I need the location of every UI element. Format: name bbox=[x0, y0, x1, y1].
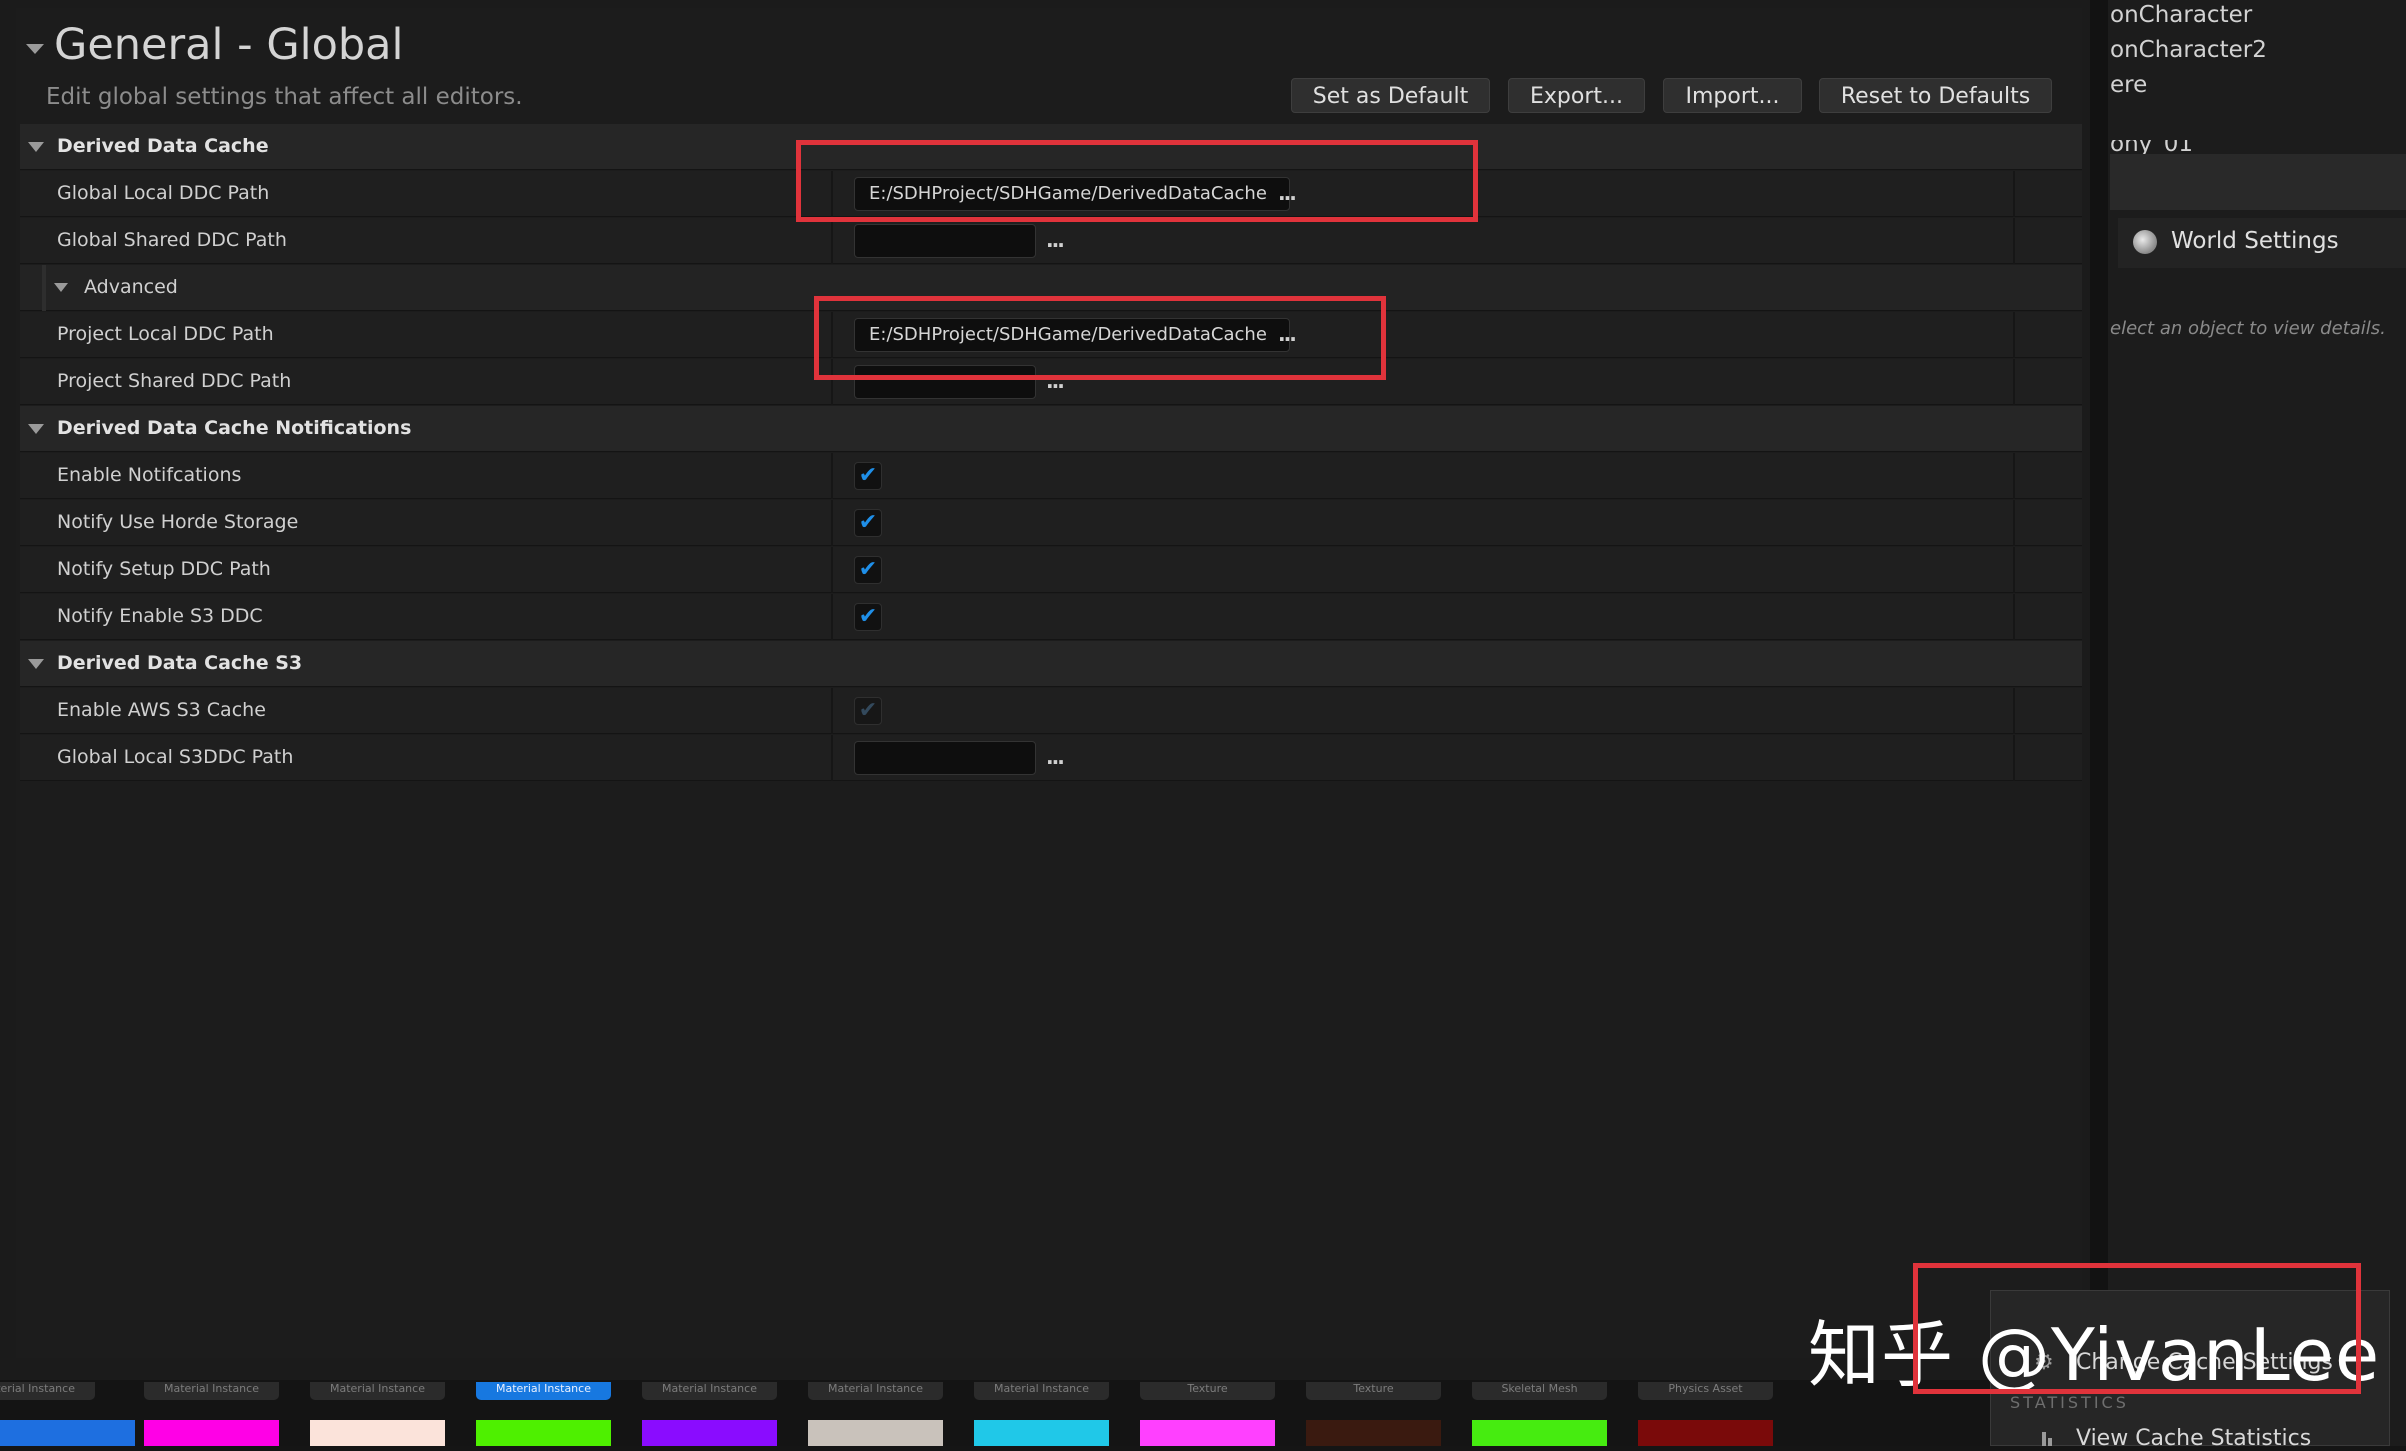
world-settings-label: World Settings bbox=[2171, 228, 2339, 254]
property-label: Global Shared DDC Path bbox=[57, 229, 287, 251]
notify-horde-checkbox[interactable]: ✔ bbox=[854, 509, 882, 537]
asset-type-tag: Material Instance bbox=[310, 1382, 445, 1400]
property-label: Notify Enable S3 DDC bbox=[57, 605, 263, 627]
asset-thumbnail[interactable] bbox=[642, 1420, 777, 1446]
property-label: Notify Use Horde Storage bbox=[57, 511, 299, 533]
column-splitter[interactable] bbox=[831, 218, 833, 264]
view-cache-statistics-item[interactable]: View Cache Statistics bbox=[2076, 1426, 2311, 1451]
collapse-arrow-icon[interactable] bbox=[28, 659, 44, 669]
global-local-s3ddc-path-field[interactable] bbox=[854, 741, 1036, 775]
reset-to-defaults-button[interactable]: Reset to Defaults bbox=[1819, 78, 2052, 113]
global-shared-ddc-path-field[interactable] bbox=[854, 224, 1036, 258]
notify-setup-checkbox[interactable]: ✔ bbox=[854, 556, 882, 584]
column-splitter bbox=[2013, 171, 2015, 217]
page-subtitle: Edit global settings that affect all edi… bbox=[46, 84, 523, 110]
highlight-box bbox=[814, 296, 1386, 380]
column-splitter[interactable] bbox=[831, 500, 833, 546]
category-title: Derived Data Cache bbox=[57, 135, 269, 157]
asset-thumbnail[interactable] bbox=[1638, 1420, 1773, 1446]
outliner-item[interactable]: onCharacter2 bbox=[2110, 37, 2267, 63]
asset-thumbnail[interactable] bbox=[974, 1420, 1109, 1446]
export-button[interactable]: Export... bbox=[1508, 78, 1645, 113]
category-title: Derived Data Cache Notifications bbox=[57, 417, 412, 439]
collapse-arrow-icon[interactable] bbox=[28, 424, 44, 434]
row-notify-setup-ddc-path: Notify Setup DDC Path ✔ bbox=[20, 547, 2082, 593]
page-title: General - Global bbox=[54, 20, 404, 70]
enable-notifications-checkbox[interactable]: ✔ bbox=[854, 462, 882, 490]
asset-thumbnail[interactable] bbox=[1472, 1420, 1607, 1446]
asset-type-tag: Material Instance bbox=[0, 1382, 95, 1400]
collapse-arrow-icon[interactable] bbox=[26, 44, 44, 54]
row-notify-enable-s3: Notify Enable S3 DDC ✔ bbox=[20, 594, 2082, 640]
column-splitter bbox=[2013, 594, 2015, 640]
column-splitter bbox=[2013, 500, 2015, 546]
category-title: Derived Data Cache S3 bbox=[57, 652, 303, 674]
column-splitter[interactable] bbox=[831, 688, 833, 734]
property-label: Project Local DDC Path bbox=[57, 323, 274, 345]
row-global-local-s3ddc-path: Global Local S3DDC Path ... bbox=[20, 735, 2082, 781]
highlight-box bbox=[796, 140, 1478, 222]
outliner-item[interactable]: ony_01 bbox=[2110, 140, 2193, 154]
category-ddc-notifications[interactable]: Derived Data Cache Notifications bbox=[20, 406, 2082, 452]
asset-thumbnail[interactable] bbox=[808, 1420, 943, 1446]
row-enable-notifications: Enable Notifcations ✔ bbox=[20, 453, 2082, 499]
browse-button[interactable]: ... bbox=[1046, 228, 1065, 252]
asset-thumbnail[interactable] bbox=[1306, 1420, 1441, 1446]
asset-thumbnail[interactable] bbox=[476, 1420, 611, 1446]
details-hint: elect an object to view details. bbox=[2110, 318, 2386, 339]
right-panel bbox=[2108, 0, 2406, 1446]
asset-type-tag: Material Instance bbox=[808, 1382, 943, 1400]
browse-button[interactable]: ... bbox=[1046, 745, 1065, 769]
column-splitter[interactable] bbox=[831, 594, 833, 640]
column-splitter bbox=[2013, 453, 2015, 499]
enable-aws-s3-checkbox[interactable]: ✔ bbox=[854, 697, 882, 725]
asset-thumbnail[interactable] bbox=[0, 1420, 135, 1446]
column-splitter bbox=[2013, 218, 2015, 264]
asset-type-tag: Texture bbox=[1306, 1382, 1441, 1400]
highlight-box bbox=[1913, 1263, 2361, 1394]
details-toolbar bbox=[2110, 154, 2406, 210]
asset-type-tag: Physics Asset bbox=[1638, 1382, 1773, 1400]
outliner-item[interactable]: onCharacter bbox=[2110, 2, 2252, 28]
asset-type-tag: Material Instance bbox=[144, 1382, 279, 1400]
globe-icon bbox=[2133, 230, 2157, 254]
property-label: Enable AWS S3 Cache bbox=[57, 699, 266, 721]
asset-type-tag: Material Instance bbox=[642, 1382, 777, 1400]
column-splitter[interactable] bbox=[831, 547, 833, 593]
asset-thumbnail[interactable] bbox=[144, 1420, 279, 1446]
asset-type-tag: Material Instance bbox=[974, 1382, 1109, 1400]
row-enable-aws-s3: Enable AWS S3 Cache ✔ bbox=[20, 688, 2082, 734]
asset-type-tag: Skeletal Mesh bbox=[1472, 1382, 1607, 1400]
property-label: Notify Setup DDC Path bbox=[57, 558, 271, 580]
column-splitter bbox=[2013, 359, 2015, 405]
column-splitter[interactable] bbox=[831, 735, 833, 781]
column-splitter bbox=[2013, 688, 2015, 734]
bar-chart-icon bbox=[2042, 1432, 2052, 1446]
collapse-arrow-icon[interactable] bbox=[54, 283, 68, 292]
column-splitter bbox=[2013, 547, 2015, 593]
collapse-arrow-icon[interactable] bbox=[28, 142, 44, 152]
property-label: Project Shared DDC Path bbox=[57, 370, 292, 392]
property-label: Global Local S3DDC Path bbox=[57, 746, 294, 768]
column-splitter[interactable] bbox=[831, 453, 833, 499]
advanced-label: Advanced bbox=[84, 276, 178, 298]
indent-guide bbox=[42, 265, 46, 311]
property-label: Enable Notifcations bbox=[57, 464, 242, 486]
import-button[interactable]: Import... bbox=[1663, 78, 1802, 113]
row-notify-horde-storage: Notify Use Horde Storage ✔ bbox=[20, 500, 2082, 546]
notify-s3-checkbox[interactable]: ✔ bbox=[854, 603, 882, 631]
asset-thumbnail[interactable] bbox=[310, 1420, 445, 1446]
asset-type-tag: Material Instance bbox=[476, 1382, 611, 1400]
outliner-item[interactable]: ere bbox=[2110, 72, 2147, 98]
asset-type-tag: Texture bbox=[1140, 1382, 1275, 1400]
asset-thumbnail[interactable] bbox=[1140, 1420, 1275, 1446]
category-ddc-s3[interactable]: Derived Data Cache S3 bbox=[20, 641, 2082, 687]
set-as-default-button[interactable]: Set as Default bbox=[1291, 78, 1490, 113]
column-splitter bbox=[2013, 312, 2015, 358]
column-splitter bbox=[2013, 735, 2015, 781]
panel-separator[interactable] bbox=[2090, 0, 2108, 1446]
property-label: Global Local DDC Path bbox=[57, 182, 270, 204]
outliner-item-label: ony_01 bbox=[2110, 140, 2194, 154]
row-global-shared-ddc-path: Global Shared DDC Path ... bbox=[20, 218, 2082, 264]
